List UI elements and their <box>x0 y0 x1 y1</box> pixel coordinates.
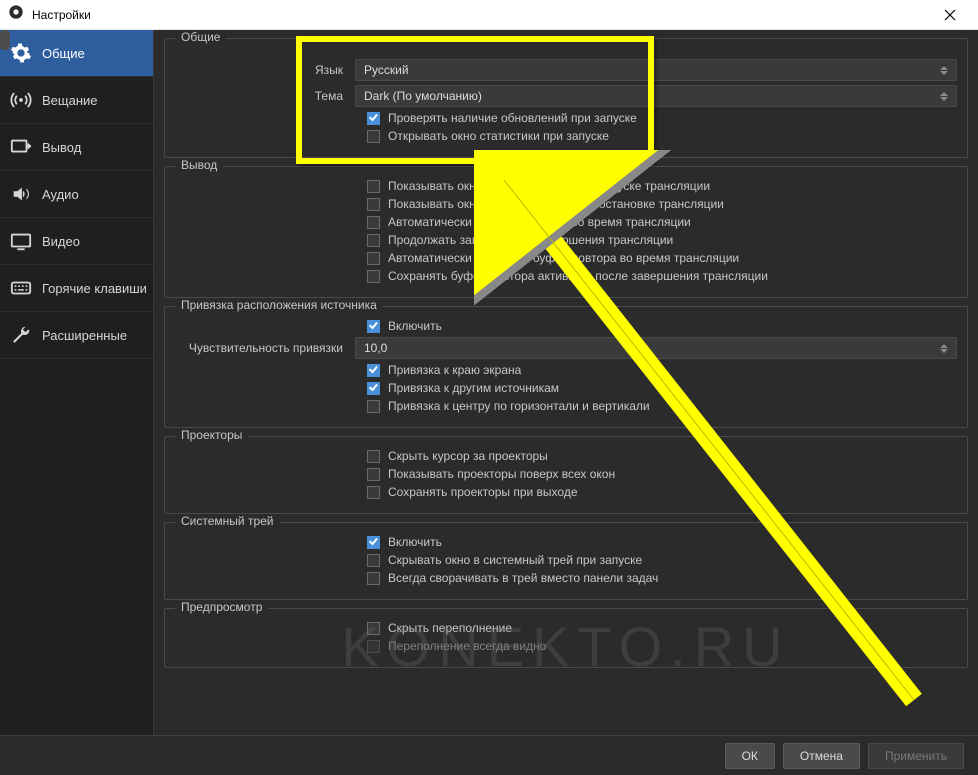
sidebar: Общие Вещание Вывод Аудио Видео Горячие … <box>0 30 154 735</box>
sidebar-item-label: Общие <box>42 46 85 61</box>
checkbox-label: Автоматически запускать буфер повтора во… <box>388 251 739 265</box>
spinner-icon <box>940 344 948 353</box>
checkbox[interactable] <box>367 198 380 211</box>
window-title: Настройки <box>32 8 930 22</box>
checkbox-label: Привязка к центру по горизонтали и верти… <box>388 399 650 413</box>
tools-icon <box>10 324 32 346</box>
sidebar-item-hotkeys[interactable]: Горячие клавиши <box>0 265 153 312</box>
checkbox[interactable] <box>367 486 380 499</box>
theme-value: Dark (По умолчанию) <box>364 89 482 103</box>
group-projectors: Проекторы Скрыть курсор за проекторы Пок… <box>164 436 968 514</box>
theme-select[interactable]: Dark (По умолчанию) <box>355 85 957 107</box>
checkbox[interactable] <box>367 180 380 193</box>
checkbox[interactable] <box>367 450 380 463</box>
checkbox-label: Сохранять проекторы при выходе <box>388 485 578 499</box>
checkbox-label: Сохранять буфер повтора активным после з… <box>388 269 768 283</box>
checkbox[interactable] <box>367 252 380 265</box>
checkbox[interactable] <box>367 622 380 635</box>
close-icon <box>944 9 956 21</box>
app-icon <box>8 4 24 25</box>
sidebar-item-advanced[interactable]: Расширенные <box>0 312 153 359</box>
sidebar-item-label: Вывод <box>42 140 81 155</box>
checkbox-label: Всегда сворачивать в трей вместо панели … <box>388 571 658 585</box>
group-title: Проекторы <box>175 428 248 442</box>
check-updates-checkbox[interactable] <box>367 112 380 125</box>
broadcast-icon <box>10 89 32 111</box>
checkbox-label: Показывать окно подтверждения при остано… <box>388 197 724 211</box>
sidebar-item-label: Видео <box>42 234 80 249</box>
language-label: Язык <box>175 63 355 77</box>
group-title: Вывод <box>175 158 223 172</box>
language-select[interactable]: Русский <box>355 59 957 81</box>
checkbox-label: Включить <box>388 535 442 549</box>
checkbox[interactable] <box>367 400 380 413</box>
group-preview: Предпросмотр Скрыть переполнение Перепол… <box>164 608 968 668</box>
checkbox[interactable] <box>367 270 380 283</box>
sidebar-item-label: Вещание <box>42 93 98 108</box>
sidebar-item-stream[interactable]: Вещание <box>0 77 153 124</box>
settings-content: Общие Язык Русский Тема Dark (По умолчан… <box>154 30 978 735</box>
checkbox-label: Привязка к краю экрана <box>388 363 521 377</box>
snap-sens-label: Чувствительность привязки <box>175 341 355 355</box>
checkbox[interactable] <box>367 640 380 653</box>
checkbox-label: Показывать проекторы поверх всех окон <box>388 467 615 481</box>
group-snap: Привязка расположения источника Включить… <box>164 306 968 428</box>
sidebar-item-label: Расширенные <box>42 328 127 343</box>
checkbox-label: Скрыть курсор за проекторы <box>388 449 548 463</box>
bottom-bar: ОК Отмена Применить <box>0 735 978 775</box>
checkbox[interactable] <box>367 364 380 377</box>
sidebar-item-output[interactable]: Вывод <box>0 124 153 171</box>
spinner-icon <box>940 66 948 75</box>
sidebar-item-audio[interactable]: Аудио <box>0 171 153 218</box>
keyboard-icon <box>10 277 32 299</box>
snap-sens-value: 10,0 <box>364 341 387 355</box>
group-title: Общие <box>175 30 226 44</box>
sidebar-item-label: Аудио <box>42 187 79 202</box>
sidebar-scrollbar[interactable] <box>0 30 10 50</box>
audio-icon <box>10 183 32 205</box>
checkbox-label: Продолжать запись после завершения транс… <box>388 233 673 247</box>
ok-button[interactable]: ОК <box>725 743 775 769</box>
checkbox-label: Автоматически включать запись во время т… <box>388 215 691 229</box>
checkbox-label: Включить <box>388 319 442 333</box>
open-stats-checkbox[interactable] <box>367 130 380 143</box>
spinner-icon <box>940 92 948 101</box>
snap-sens-input[interactable]: 10,0 <box>355 337 957 359</box>
checkbox[interactable] <box>367 536 380 549</box>
snap-enable-checkbox[interactable] <box>367 320 380 333</box>
close-button[interactable] <box>930 1 970 29</box>
gear-icon <box>10 42 32 64</box>
checkbox-label: Скрывать окно в системный трей при запус… <box>388 553 642 567</box>
output-icon <box>10 136 32 158</box>
checkbox[interactable] <box>367 234 380 247</box>
language-value: Русский <box>364 63 409 77</box>
sidebar-item-general[interactable]: Общие <box>0 30 153 77</box>
checkbox[interactable] <box>367 572 380 585</box>
group-title: Привязка расположения источника <box>175 298 383 312</box>
group-tray: Системный трей Включить Скрывать окно в … <box>164 522 968 600</box>
checkbox-label: Скрыть переполнение <box>388 621 512 635</box>
checkbox[interactable] <box>367 382 380 395</box>
checkbox-label: Переполнение всегда видно <box>388 639 546 653</box>
checkbox-label: Привязка к другим источникам <box>388 381 559 395</box>
checkbox[interactable] <box>367 468 380 481</box>
checkbox[interactable] <box>367 216 380 229</box>
apply-button[interactable]: Применить <box>868 743 964 769</box>
theme-label: Тема <box>175 89 355 103</box>
checkbox[interactable] <box>367 554 380 567</box>
sidebar-item-label: Горячие клавиши <box>42 281 147 296</box>
open-stats-label: Открывать окно статистики при запуске <box>388 129 609 143</box>
video-icon <box>10 230 32 252</box>
group-general: Общие Язык Русский Тема Dark (По умолчан… <box>164 38 968 158</box>
group-title: Системный трей <box>175 514 280 528</box>
checkbox-label: Показывать окно подтверждения при запуск… <box>388 179 710 193</box>
group-output: Вывод Показывать окно подтверждения при … <box>164 166 968 298</box>
cancel-button[interactable]: Отмена <box>783 743 860 769</box>
check-updates-label: Проверять наличие обновлений при запуске <box>388 111 637 125</box>
group-title: Предпросмотр <box>175 600 268 614</box>
sidebar-item-video[interactable]: Видео <box>0 218 153 265</box>
